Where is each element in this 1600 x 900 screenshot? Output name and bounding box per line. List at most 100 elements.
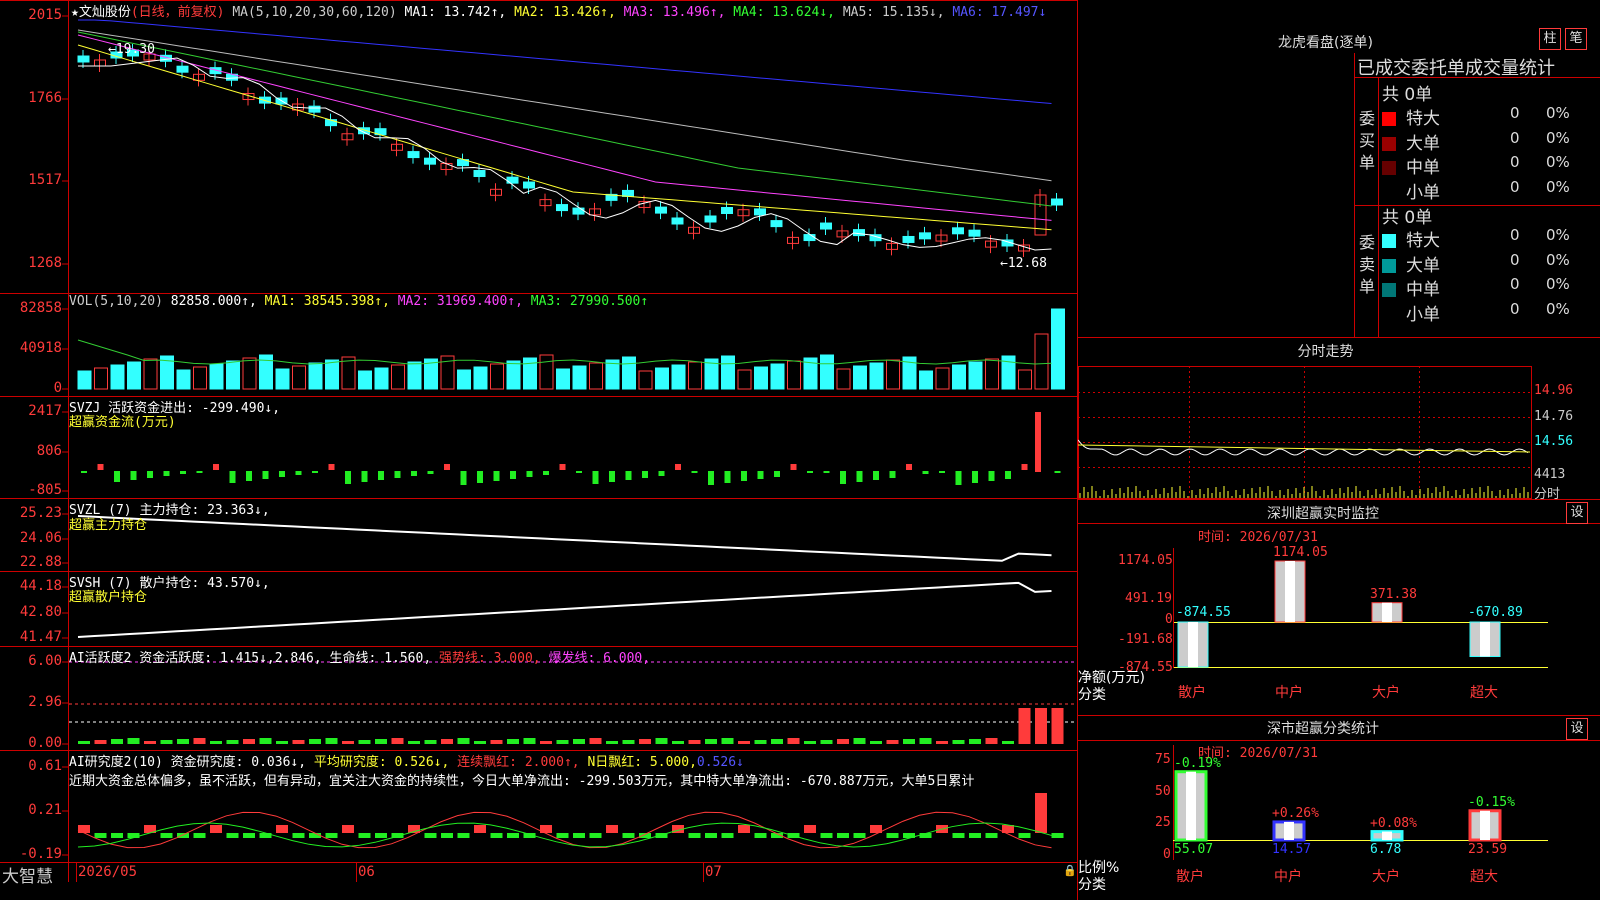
bar-mode-button[interactable]: 柱	[1539, 28, 1561, 50]
volume-bar	[242, 357, 257, 390]
activity-bar	[78, 741, 90, 744]
ai-research-title: AI研究度2(10) 资金研究度: 0.036↓,	[69, 755, 307, 770]
fund-flow-bar	[345, 471, 351, 484]
intraday-tick: 14.96	[1534, 383, 1574, 398]
research-bar	[688, 833, 701, 838]
order-row: 中单 0 0%	[1382, 275, 1598, 300]
ratio-value-label: 23.59	[1468, 842, 1508, 857]
ma2-value: MA2: 13.426↑,	[514, 5, 616, 20]
activity-bar	[309, 739, 321, 744]
time-label: 07	[705, 864, 722, 880]
order-count: 0	[1510, 128, 1520, 147]
order-category: 小单	[1406, 182, 1440, 203]
tick-mode-button[interactable]: 笔	[1565, 28, 1587, 50]
ma5-value: MA5: 15.135↓,	[842, 5, 945, 20]
fund-flow-bar	[807, 471, 813, 473]
ratio-bar-highlight	[1284, 821, 1294, 840]
volume-bar	[985, 358, 999, 390]
activity-bar	[622, 740, 635, 744]
activity-bar	[705, 739, 717, 744]
order-percent: 0%	[1546, 177, 1570, 196]
volume-bar	[341, 356, 356, 390]
order-percent: 0%	[1546, 128, 1570, 147]
research-bar	[738, 825, 750, 833]
research-bar	[226, 833, 239, 838]
order-category: 小单	[1406, 304, 1440, 325]
activity-bar	[391, 738, 404, 744]
strong-line: 强势线: 3.000,	[439, 651, 541, 666]
activity-bar	[837, 739, 849, 744]
class-tick: 25	[1155, 815, 1171, 830]
ratio-change-label: +0.08%	[1370, 815, 1417, 831]
candlestick	[721, 207, 733, 215]
activity-bar	[1002, 741, 1014, 744]
ratio-change-label: +0.26%	[1272, 805, 1319, 821]
stock-name[interactable]: ★文灿股份	[71, 5, 131, 20]
net-amount-bar-highlight	[1382, 602, 1392, 622]
fund-flow-bar	[592, 471, 599, 484]
fund-flow-bar	[130, 471, 137, 480]
fund-flow-bar	[493, 471, 500, 481]
order-row: 大单 0 0%	[1382, 129, 1598, 154]
volume-bar	[820, 354, 834, 390]
monitor-tick: 1174.05	[1118, 553, 1173, 568]
fund-flow-bar	[972, 471, 978, 483]
fund-flow-bar	[691, 471, 698, 473]
fund-flow-bar	[922, 471, 929, 474]
class-tick: 75	[1155, 752, 1171, 767]
activity-bar	[688, 740, 701, 744]
activity-bar	[721, 738, 734, 744]
net-amount-bar-highlight	[1285, 561, 1295, 622]
monitor-tick: 491.19	[1125, 591, 1172, 606]
monitor-category-label: 大户	[1372, 685, 1400, 701]
research-bar	[457, 833, 470, 838]
ai-active-tick: 2.96	[28, 694, 62, 710]
monitor-time: 时间: 2026/07/31	[1198, 530, 1318, 545]
research-bar	[325, 833, 338, 838]
moving-average-line	[77, 44, 1052, 231]
order-row: 大单 0 0%	[1382, 251, 1598, 276]
svzj-tick: 806	[36, 443, 62, 459]
order-color-swatch	[1382, 186, 1396, 200]
activity-bar	[853, 738, 866, 744]
order-color-swatch	[1382, 283, 1396, 297]
intraday-vol-tick: 4413	[1534, 467, 1566, 482]
volume-bar	[1051, 308, 1065, 390]
volume-bar	[968, 361, 983, 390]
order-category: 中单	[1406, 158, 1440, 178]
activity-bar	[738, 741, 750, 744]
net-amount-bar-highlight	[1188, 622, 1198, 667]
fund-flow-bar	[444, 464, 450, 470]
candlestick	[902, 235, 915, 243]
class-settings-button[interactable]: 设	[1566, 718, 1588, 740]
activity-bar	[787, 738, 800, 744]
activity-bar	[1018, 708, 1031, 744]
sell-total: 共 0单	[1382, 208, 1433, 228]
activity-bar	[243, 739, 255, 744]
volume-bar	[110, 364, 125, 390]
volume-bar	[391, 364, 405, 390]
ai-research-last: 0.526↓	[696, 755, 744, 770]
activity-bar	[490, 740, 503, 744]
lock-icon[interactable]: 🔒	[1063, 864, 1077, 877]
vol-value: 82858.000↑,	[170, 294, 257, 309]
research-bar	[622, 833, 635, 838]
class-category-label: 超大	[1470, 869, 1498, 885]
volume-bar	[919, 370, 933, 390]
ratio-value-label: 6.78	[1370, 842, 1402, 857]
fund-flow-bar	[361, 471, 368, 482]
research-bar	[705, 833, 717, 838]
sz-class-title: 深市超赢分类统计	[1267, 721, 1379, 737]
net-amount-value-label: -874.55	[1176, 605, 1231, 620]
activity-bar	[111, 739, 123, 744]
chart-mode[interactable]: (日线，前复权)	[131, 5, 225, 20]
volume-bar	[556, 368, 570, 390]
activity-bar	[144, 741, 156, 744]
volume-bar	[770, 363, 785, 390]
n-day-red: N日飘红: 5.000,	[587, 755, 697, 770]
monitor-settings-button[interactable]: 设	[1566, 502, 1588, 524]
volume-bar	[143, 358, 158, 390]
candlestick	[655, 206, 667, 214]
activity-bar	[936, 741, 948, 744]
activity-bar	[639, 739, 651, 744]
